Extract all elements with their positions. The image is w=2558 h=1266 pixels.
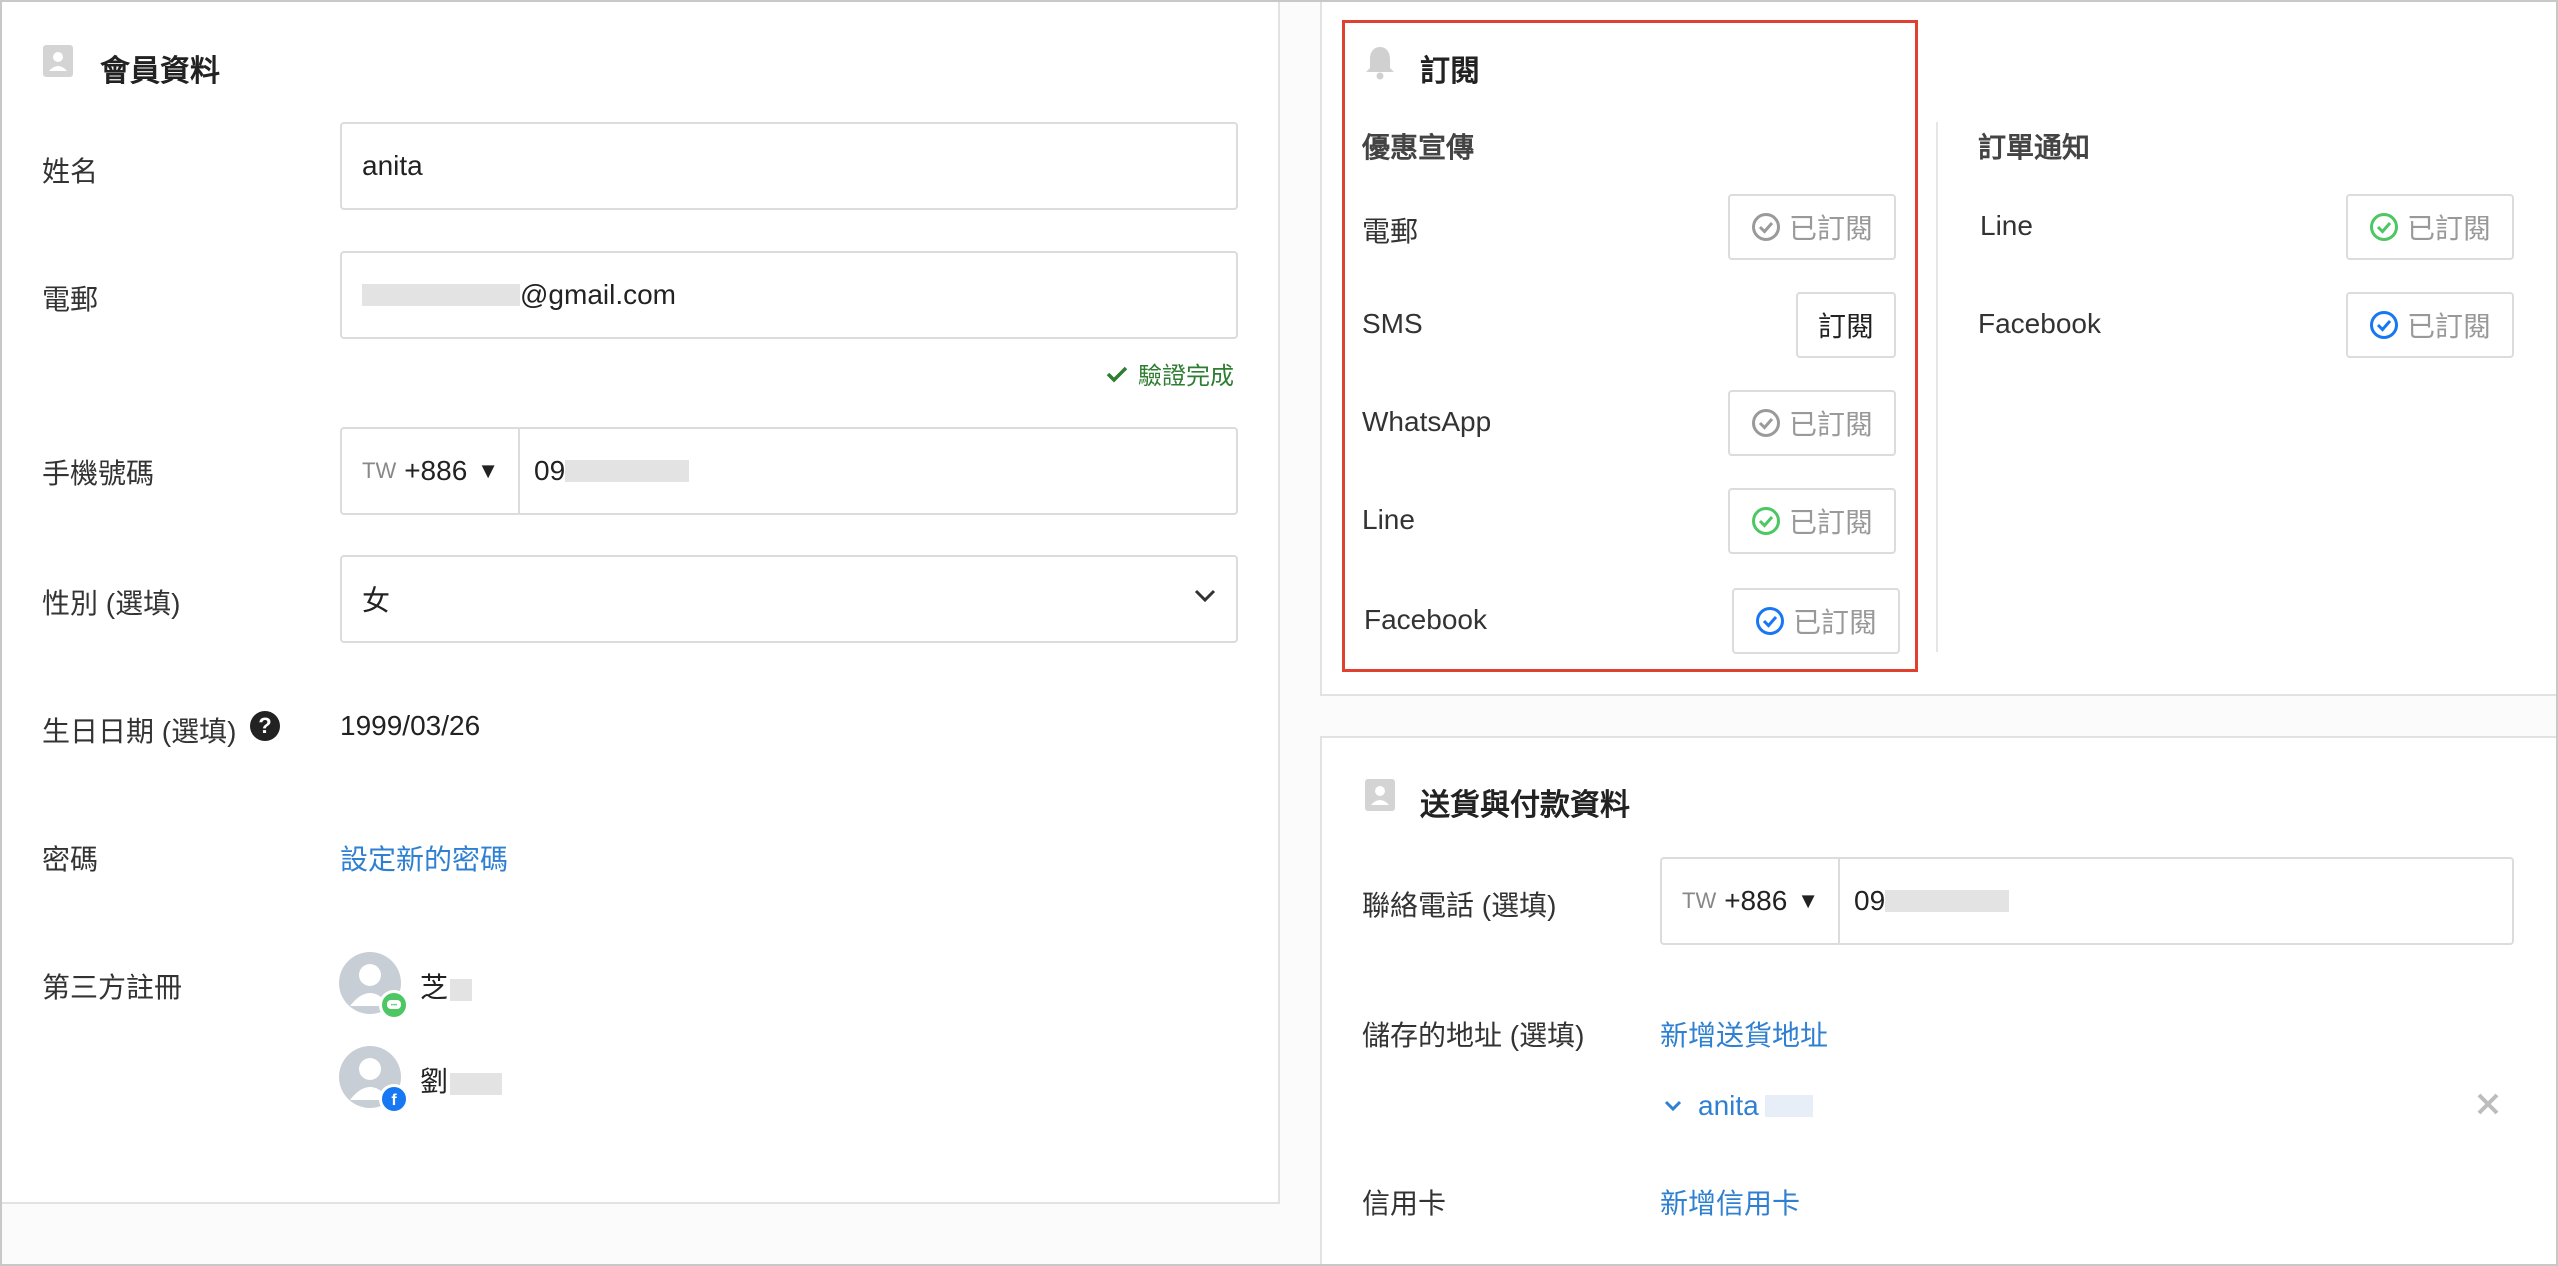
facebook-icon: f — [379, 1084, 409, 1114]
birthday-label: 生日日期 (選填) — [42, 716, 237, 747]
avatar-facebook: f — [339, 1046, 409, 1114]
email-suffix: @gmail.com — [520, 279, 677, 310]
question-circle-icon[interactable]: ? — [249, 710, 281, 747]
order-notify-title: 訂單通知 — [1978, 132, 2091, 163]
mobile-number-input[interactable]: 09 — [520, 429, 1236, 513]
chevron-down-icon — [1664, 1100, 1682, 1112]
saved-address-item[interactable]: anita — [1664, 1090, 1813, 1122]
gender-select[interactable]: 女 — [340, 555, 1238, 643]
delivery-title: 送貨與付款資料 — [1420, 789, 1630, 822]
password-label: 密碼 — [42, 844, 99, 875]
email-redacted — [362, 284, 520, 306]
gender-value: 女 — [362, 585, 391, 616]
verified-text: 驗證完成 — [1138, 363, 1234, 390]
member-card-icon — [42, 44, 74, 83]
add-address-link[interactable]: 新增送貨地址 — [1660, 1014, 1828, 1054]
third-party-name-facebook: 劉 — [420, 1060, 503, 1100]
mobile-country-select[interactable]: TW +886 ▼ — [342, 429, 520, 513]
order-label-line: Line — [1980, 210, 2033, 241]
set-password-link[interactable]: 設定新的密碼 — [340, 838, 508, 878]
birthday-value: 1999/03/26 — [340, 710, 481, 741]
mobile-redacted — [565, 460, 690, 482]
email-verified: 驗證完成 — [1106, 356, 1234, 391]
gender-label: 性別 (選填) — [42, 588, 181, 619]
subscription-divider — [1936, 122, 1938, 652]
saved-address-label: 儲存的地址 (選填) — [1362, 1020, 1585, 1051]
caret-down-icon: ▼ — [1797, 888, 1820, 913]
mobile-dial-code: +886 — [404, 455, 468, 486]
svg-text:•••: ••• — [391, 1003, 397, 1009]
order-label-facebook: Facebook — [1978, 308, 2101, 339]
caret-down-icon: ▼ — [477, 458, 500, 483]
contact-card-icon — [1364, 778, 1396, 817]
check-circle-icon — [2369, 310, 2399, 340]
contact-dial-code: +886 — [1724, 885, 1788, 916]
avatar-line: ••• — [339, 952, 409, 1020]
check-circle-icon — [2369, 212, 2399, 242]
third-party-name-line: 芝 — [420, 966, 473, 1006]
saved-address-name: anita — [1698, 1090, 1759, 1121]
contact-prefix: 09 — [1854, 885, 1886, 916]
contact-country-code: TW — [1682, 888, 1717, 913]
credit-card-label: 信用卡 — [1362, 1188, 1447, 1219]
highlight-box — [1342, 20, 1918, 672]
address-redacted — [1764, 1095, 1813, 1117]
order-facebook-subscribe-button[interactable]: 已訂閱 — [2346, 292, 2514, 358]
svg-text:f: f — [391, 1092, 397, 1107]
third-party-label: 第三方註冊 — [42, 972, 183, 1003]
email-input[interactable]: @gmail.com — [340, 251, 1238, 339]
check-icon — [1106, 365, 1128, 383]
mobile-prefix: 09 — [534, 455, 566, 486]
name-redacted — [450, 978, 473, 1001]
mobile-input-group: TW +886 ▼ 09 — [340, 427, 1238, 515]
close-icon[interactable] — [2476, 1092, 2500, 1121]
contact-redacted — [1885, 890, 2010, 912]
contact-phone-input-group: TW +886 ▼ 09 — [1660, 857, 2514, 945]
mobile-country-code: TW — [362, 458, 397, 483]
name-input[interactable]: anita — [340, 122, 1238, 210]
email-label: 電郵 — [42, 284, 99, 315]
line-icon: ••• — [379, 990, 409, 1020]
mobile-label: 手機號碼 — [42, 458, 155, 489]
order-line-subscribe-button[interactable]: 已訂閱 — [2346, 194, 2514, 260]
member-title: 會員資料 — [100, 55, 220, 88]
contact-number-input[interactable]: 09 — [1840, 859, 2512, 943]
chevron-down-icon — [1194, 589, 1216, 603]
contact-country-select[interactable]: TW +886 ▼ — [1662, 859, 1840, 943]
name-redacted — [450, 1072, 503, 1095]
name-label: 姓名 — [42, 156, 99, 187]
svg-text:?: ? — [258, 713, 271, 738]
contact-phone-label: 聯絡電話 (選填) — [1362, 890, 1557, 921]
name-value: anita — [362, 150, 423, 181]
add-credit-card-link[interactable]: 新增信用卡 — [1660, 1182, 1800, 1222]
